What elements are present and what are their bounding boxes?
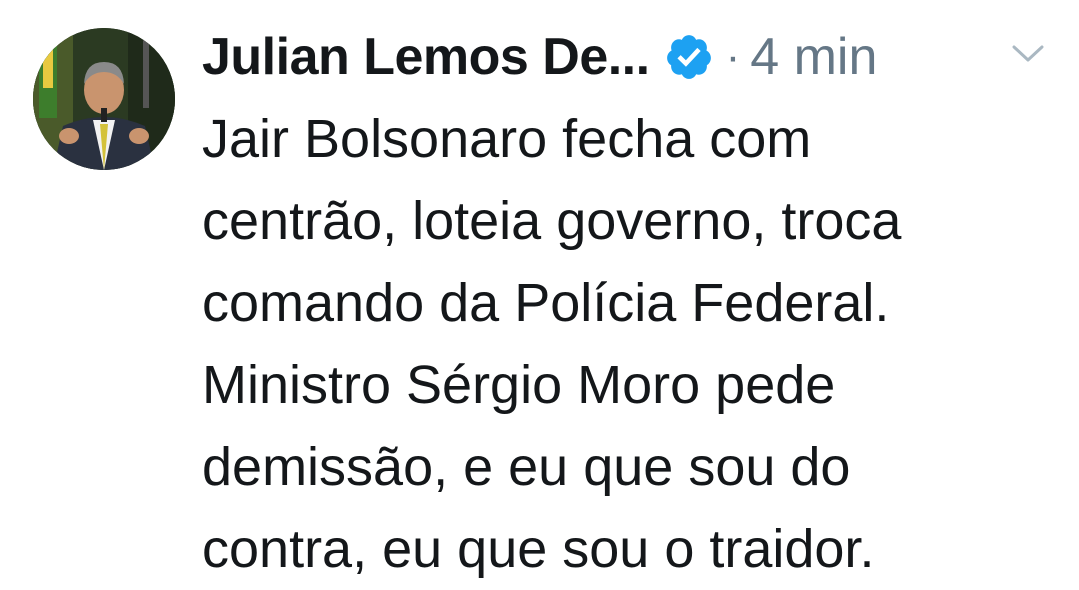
- tweet-text-line: demissão, e eu que sou do: [202, 437, 851, 497]
- verified-badge-icon: [664, 32, 714, 82]
- avatar-image: [33, 28, 175, 170]
- tweet-text: Jair Bolsonaro fecha com centrão, loteia…: [202, 98, 1062, 590]
- tweet-text-line: centrão, loteia governo, troca: [202, 191, 902, 251]
- tweet-text-line: comando da Polícia Federal.: [202, 273, 890, 333]
- tweet-header: Julian Lemos De... · 4 min: [202, 22, 877, 92]
- tweet-text-line: Jair Bolsonaro fecha com: [202, 109, 812, 169]
- tweet-text-line: contra, eu que sou o traidor.: [202, 519, 875, 579]
- tweet[interactable]: Julian Lemos De... · 4 min Jair Bolsonar…: [0, 0, 1079, 589]
- avatar[interactable]: [33, 28, 175, 170]
- author-name[interactable]: Julian Lemos De...: [202, 27, 650, 87]
- separator-dot: ·: [725, 32, 741, 81]
- timestamp-link[interactable]: 4 min: [750, 27, 877, 87]
- chevron-down-icon[interactable]: [1010, 42, 1046, 66]
- tweet-text-line: Ministro Sérgio Moro pede: [202, 355, 836, 415]
